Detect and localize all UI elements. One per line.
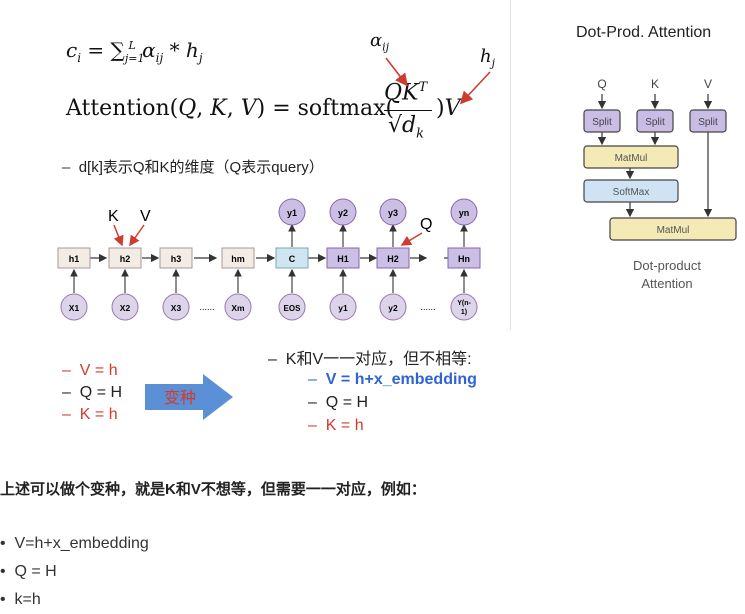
left-item-k: – K = h [62,406,118,423]
bullet-item-2: • Q = H [0,563,57,580]
in-yn1-a: Y(n- [457,300,471,307]
left-item-q: – Q = H [62,384,123,401]
caption-1: Dot-product [633,258,701,273]
right-item-v: – V = h+x_embedding [308,371,477,388]
formula-arrows [385,57,491,105]
attention-diagram: Q K V Split Split Split MatMul SoftMax M… [583,77,737,291]
hj-arrow [459,71,491,105]
in-y1: y1 [338,303,348,313]
in-X3: X3 [171,303,182,313]
enc-h3: h3 [171,254,182,264]
in-EOS: EOS [284,304,302,313]
v-label: V [140,208,151,225]
enc-h2: h2 [120,254,131,264]
dec-H1: H1 [337,254,349,264]
input-v: V [704,77,712,91]
right-item-q: – Q = H [308,394,369,411]
variant-arrow-label: 变种 [164,390,197,407]
out-y1: y1 [287,208,297,218]
q-label: Q [420,216,432,233]
split-q: Split [592,117,612,128]
bullet-item-3: • k=h [0,591,41,608]
right-header: – K和V一一对应，但不相等: [268,351,472,368]
summary-text: 上述可以做个变种，就是K和V不想等，但需要一一对应，例如： [0,481,426,498]
in-y2: y2 [388,303,398,313]
matmul-1: MatMul [615,153,648,164]
ellipsis-dec: ...... [420,302,435,312]
input-k: K [651,77,659,91]
bullet-list: • V=h+x_embedding • Q = H • k=h [0,530,149,614]
bullet-item-1: • V=h+x_embedding [0,535,149,552]
softmax: SoftMax [613,187,650,198]
out-yn: yn [459,208,470,218]
dec-H2: H2 [387,254,399,264]
attention-title: Dot-Prod. Attention [576,24,712,41]
out-y3: y3 [388,208,398,218]
split-v: Split [698,117,718,128]
k-label: K [108,208,119,225]
input-q: Q [597,77,606,91]
dec-Hn: Hn [458,254,470,264]
enc-h1: h1 [69,254,80,264]
seq2seq-diagram: h1 h2 h3 hm C H1 H2 Hn y1 y2 y3 yn X1 X2… [57,198,481,321]
in-X2: X2 [120,303,131,313]
enc-hm: hm [231,254,245,264]
right-item-k: – K = h [308,417,364,434]
out-y2: y2 [338,208,348,218]
left-item-v: – V = h [62,362,118,379]
right-list: – V = h+x_embedding – Q = H – K = h [308,368,477,437]
alpha-arrow [385,57,408,87]
context-c: C [289,254,296,264]
matmul-2: MatMul [657,225,690,236]
caption-2: Attention [641,276,692,291]
left-list: – V = h – Q = H – K = h [62,360,122,426]
in-X1: X1 [69,303,80,313]
split-k: Split [645,117,665,128]
in-Xm: Xm [231,303,245,313]
in-yn1-b: 1) [461,309,467,316]
dk-note: – d[k]表示Q和K的维度（Q表示query） [62,159,324,176]
ellipsis-enc: ...... [199,302,214,312]
